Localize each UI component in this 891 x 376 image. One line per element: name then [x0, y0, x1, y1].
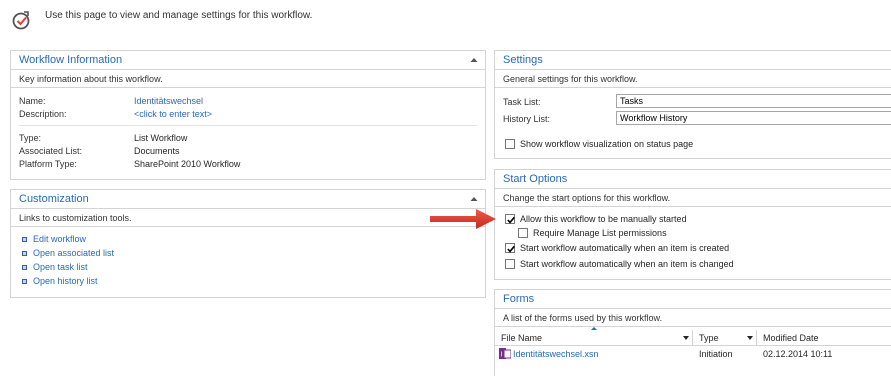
chevron-up-icon[interactable]	[469, 194, 479, 204]
subtitle-text: Change the start options for this workfl…	[503, 193, 671, 203]
settings-header: Settings	[495, 51, 891, 70]
start-options-panel: Start Options Change the start options f…	[494, 169, 891, 280]
subtitle-text: General settings for this workflow.	[503, 74, 638, 84]
table-row[interactable]: I Identitätswechsel.xsn Initiation 02.12…	[495, 346, 891, 362]
start-on-create-label[interactable]: Start workflow automatically when an ite…	[520, 243, 729, 253]
annotation-arrow-icon	[430, 209, 496, 229]
start-options-header: Start Options	[495, 170, 891, 189]
form-modified-value: 02.12.2014 10:11	[763, 349, 833, 359]
settings-panel: Settings General settings for this workf…	[494, 50, 891, 159]
panel-subtitle: Links to customization tools.	[11, 209, 485, 227]
customization-panel: Customization Links to customization too…	[10, 189, 486, 298]
divider	[19, 125, 477, 126]
associated-list-label: Associated List:	[19, 146, 83, 156]
customization-header: Customization	[11, 190, 485, 209]
associated-list-value: Documents	[134, 146, 180, 156]
start-on-create-checkbox[interactable]	[505, 243, 515, 253]
require-manage-list-label[interactable]: Require Manage List permissions	[533, 228, 667, 238]
platform-type-value: SharePoint 2010 Workflow	[134, 159, 241, 169]
column-header-modified-date[interactable]: Modified Date	[763, 333, 819, 343]
panel-subtitle: A list of the forms used by this workflo…	[495, 309, 891, 327]
workflow-information-panel: Workflow Information Key information abo…	[10, 50, 486, 180]
forms-grid-header: File Name Type Modified Date	[495, 330, 891, 346]
start-on-change-checkbox[interactable]	[505, 259, 515, 269]
subtitle-text: A list of the forms used by this workflo…	[503, 313, 663, 323]
panel-title: Settings	[503, 54, 543, 66]
type-value: List Workflow	[134, 133, 188, 143]
name-value[interactable]: Identitätswechsel	[134, 96, 203, 106]
task-list-input[interactable]: Tasks	[616, 94, 891, 108]
dropdown-arrow-icon[interactable]	[683, 336, 689, 340]
start-on-change-label[interactable]: Start workflow automatically when an ite…	[520, 259, 734, 269]
open-associated-list-link[interactable]: Open associated list	[33, 248, 114, 258]
svg-text:I: I	[501, 352, 503, 359]
infopath-file-icon: I	[499, 348, 511, 359]
column-header-type[interactable]: Type	[699, 333, 719, 343]
name-label: Name:	[19, 96, 46, 106]
task-list-label: Task List:	[503, 97, 541, 107]
panel-subtitle: Key information about this workflow.	[11, 70, 485, 88]
column-separator	[692, 330, 693, 346]
column-header-file-name[interactable]: File Name	[501, 333, 542, 343]
panel-title: Forms	[503, 293, 535, 305]
allow-manual-start-checkbox[interactable]	[505, 214, 515, 224]
form-file-name-link[interactable]: Identitätswechsel.xsn	[513, 349, 599, 359]
checkmark-icon	[507, 216, 515, 224]
dropdown-arrow-icon[interactable]	[747, 336, 753, 340]
panel-title: Customization	[19, 193, 89, 205]
bullet-icon	[22, 237, 27, 242]
bullet-icon	[22, 265, 27, 270]
column-separator	[756, 330, 757, 346]
show-visualization-checkbox[interactable]	[505, 139, 515, 149]
allow-manual-start-label[interactable]: Allow this workflow to be manually start…	[520, 214, 687, 224]
history-list-input[interactable]: Workflow History	[616, 111, 891, 125]
bullet-icon	[22, 279, 27, 284]
description-value[interactable]: <click to enter text>	[134, 109, 212, 119]
open-history-list-link[interactable]: Open history list	[33, 276, 98, 286]
description-label: Description:	[19, 109, 67, 119]
forms-panel: Forms A list of the forms used by this w…	[494, 289, 891, 376]
subtitle-text: Links to customization tools.	[19, 213, 132, 223]
bullet-icon	[22, 251, 27, 256]
history-list-value: Workflow History	[620, 113, 688, 123]
edit-workflow-link[interactable]: Edit workflow	[33, 234, 86, 244]
checkmark-icon	[507, 245, 515, 253]
require-manage-list-checkbox[interactable]	[518, 228, 528, 238]
show-visualization-label[interactable]: Show workflow visualization on status pa…	[520, 139, 693, 149]
history-list-label: History List:	[503, 114, 551, 124]
platform-type-label: Platform Type:	[19, 159, 77, 169]
open-task-list-link[interactable]: Open task list	[33, 262, 88, 272]
chevron-up-icon[interactable]	[469, 55, 479, 65]
subtitle-text: Key information about this workflow.	[19, 74, 163, 84]
page-description: Use this page to view and manage setting…	[45, 10, 313, 21]
type-label: Type:	[19, 133, 42, 143]
form-type-value: Initiation	[699, 349, 733, 359]
workflow-information-header: Workflow Information	[11, 51, 485, 70]
panel-title: Workflow Information	[19, 54, 123, 66]
workflow-settings-icon	[11, 9, 33, 31]
panel-title: Start Options	[503, 173, 568, 185]
panel-subtitle: Change the start options for this workfl…	[495, 189, 891, 207]
forms-header: Forms	[495, 290, 891, 309]
panel-subtitle: General settings for this workflow.	[495, 70, 891, 88]
task-list-value: Tasks	[620, 96, 644, 106]
